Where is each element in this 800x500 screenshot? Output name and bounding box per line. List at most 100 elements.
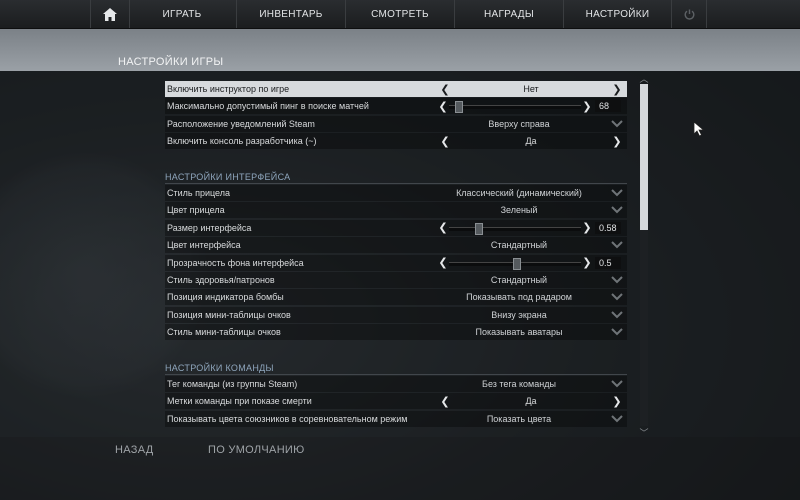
power-icon	[684, 9, 694, 20]
arrow-left-icon[interactable]: ❮	[437, 100, 449, 113]
slider-value: 68	[599, 101, 610, 112]
arrow-left-icon[interactable]: ❮	[439, 135, 451, 148]
setting-row[interactable]: Размер интерфейса ❮ ❯ 0.58	[165, 219, 627, 236]
top-nav-bar: ИГРАТЬ ИНВЕНТАРЬ СМОТРЕТЬ НАГРАДЫ НАСТРО…	[0, 0, 800, 29]
chevron-down-icon	[611, 120, 623, 128]
setting-control[interactable]: Внизу экрана	[435, 307, 625, 323]
chevron-down-icon	[611, 189, 623, 197]
setting-control[interactable]: Стандартный	[435, 237, 625, 253]
setting-control[interactable]: Показывать под радаром	[435, 289, 625, 305]
setting-control[interactable]: Вверху справа	[435, 116, 625, 132]
section-divider	[165, 374, 627, 375]
slider-track[interactable]	[449, 105, 581, 110]
arrow-right-icon[interactable]: ❯	[611, 135, 623, 148]
setting-label: Позиция индикатора бомбы	[167, 292, 284, 303]
dropdown-value: Без тега команды	[482, 379, 556, 389]
back-button[interactable]: НАЗАД	[115, 444, 153, 456]
setting-control[interactable]: ❮ Нет ❯	[435, 81, 625, 97]
arrow-left-icon[interactable]: ❮	[437, 221, 449, 234]
arrow-left-icon[interactable]: ❮	[439, 395, 451, 408]
page-title: НАСТРОЙКИ ИГРЫ	[118, 56, 224, 68]
setting-control[interactable]: Зеленый	[435, 202, 625, 218]
arrow-left-icon[interactable]: ❮	[437, 256, 449, 269]
tab-rewards[interactable]: НАГРАДЫ	[455, 0, 564, 28]
setting-row[interactable]: Цвет интерфейса Стандартный	[165, 237, 627, 254]
arrow-left-icon[interactable]: ❮	[439, 83, 451, 96]
section-divider	[165, 183, 627, 184]
slider-value: 0.5	[599, 257, 612, 268]
arrow-right-icon[interactable]: ❯	[581, 221, 593, 234]
scrollbar-thumb[interactable]	[640, 84, 648, 230]
setting-control[interactable]: ❮ Да ❯	[435, 133, 625, 149]
slider-knob[interactable]	[513, 257, 521, 270]
setting-row[interactable]: Позиция индикатора бомбы Показывать под р…	[165, 289, 627, 306]
power-button[interactable]	[672, 0, 707, 28]
chevron-down-icon	[611, 293, 623, 301]
setting-label: Стиль мини-таблицы очков	[167, 327, 281, 338]
chevron-down-icon	[611, 311, 623, 319]
setting-label: Тег команды (из группы Steam)	[167, 379, 298, 389]
setting-label: Максимально допустимый пинг в поиске мат…	[167, 101, 369, 112]
setting-control[interactable]: ❮ ❯ 0.58	[435, 220, 625, 236]
setting-control[interactable]: Без тега команды	[435, 376, 625, 392]
dropdown-value: Показывать аватары	[475, 327, 563, 338]
tab-watch[interactable]: СМОТРЕТЬ	[346, 0, 455, 28]
scroll-up-button[interactable]: ︿	[638, 72, 650, 84]
tab-play[interactable]: ИГРАТЬ	[128, 0, 237, 28]
dropdown-value: Внизу экрана	[491, 309, 547, 320]
setting-label: Прозрачность фона интерфейса	[167, 257, 304, 268]
setting-row[interactable]: Позиция мини-таблицы очков Внизу экрана	[165, 306, 627, 323]
setting-control[interactable]: Показать цвета	[435, 411, 625, 427]
setting-label: Метки команды при показе смерти	[167, 396, 312, 407]
mouse-cursor-icon	[693, 121, 705, 137]
arrow-right-icon[interactable]: ❯	[611, 83, 623, 96]
setting-row[interactable]: Максимально допустимый пинг в поиске мат…	[165, 98, 627, 115]
tab-inventory[interactable]: ИНВЕНТАРЬ	[237, 0, 346, 28]
setting-row[interactable]: Включить консоль разработчика (~) ❮ Да ❯	[165, 133, 627, 150]
home-button[interactable]	[90, 0, 130, 28]
game-settings-list: Включить инструктор по игре ❮ Нет ❯ Максимал…	[165, 81, 627, 151]
setting-label: Стиль прицела	[167, 188, 231, 198]
slider-knob[interactable]	[474, 222, 483, 235]
setting-row[interactable]: Стиль мини-таблицы очков Показывать авата…	[165, 324, 627, 341]
scroll-down-button[interactable]: ﹀	[638, 426, 650, 438]
setting-row[interactable]: Стиль прицела Классический (динамический)	[165, 185, 627, 201]
setting-control[interactable]: ❮ ❯ 68	[435, 98, 625, 114]
dropdown-value: Вверху справа	[488, 118, 550, 129]
setting-control[interactable]: ❮ Да ❯	[435, 393, 625, 409]
tab-settings[interactable]: НАСТРОЙКИ	[564, 0, 672, 28]
setting-row[interactable]: Включить инструктор по игре ❮ Нет ❯	[165, 81, 627, 97]
setting-label: Размер интерфейса	[167, 222, 252, 233]
chevron-down-icon	[611, 276, 623, 284]
slider-track[interactable]	[449, 226, 581, 231]
section-heading-interface: НАСТРОЙКИ ИНТЕРФЕЙСА	[165, 172, 291, 182]
setting-value: Да	[525, 396, 537, 407]
dropdown-value: Показать цвета	[486, 413, 552, 424]
interface-settings-list: Стиль прицела Классический (динамический)…	[165, 185, 627, 342]
setting-row[interactable]: Метки команды при показе смерти ❮ Да ❯	[165, 393, 627, 410]
setting-row[interactable]: Показывать цвета союзников в соревновате…	[165, 410, 627, 427]
arrow-right-icon[interactable]: ❯	[611, 395, 623, 408]
setting-row[interactable]: Цвет прицела Зеленый	[165, 202, 627, 219]
slider-knob[interactable]	[455, 101, 464, 114]
setting-control[interactable]: Стандартный	[435, 272, 625, 288]
chevron-down-icon	[611, 206, 623, 214]
dropdown-value: Зеленый	[500, 205, 538, 216]
dropdown-value: Классический (динамический)	[456, 188, 582, 198]
arrow-right-icon[interactable]: ❯	[581, 100, 593, 113]
setting-row[interactable]: Прозрачность фона интерфейса ❮ ❯ 0.5	[165, 254, 627, 271]
setting-row[interactable]: Стиль здоровья/патронов Стандартный	[165, 271, 627, 288]
setting-value: Да	[525, 136, 537, 147]
chevron-down-icon	[611, 415, 623, 423]
setting-value: Нет	[523, 84, 539, 94]
arrow-right-icon[interactable]: ❯	[581, 256, 593, 269]
restore-defaults-button[interactable]: ПО УМОЛЧАНИЮ	[208, 444, 305, 456]
dropdown-value: Стандартный	[490, 274, 548, 285]
setting-control[interactable]: Показывать аватары	[435, 324, 625, 340]
setting-control[interactable]: ❮ ❯ 0.5	[435, 255, 625, 271]
setting-label: Стиль здоровья/патронов	[167, 274, 275, 285]
setting-row[interactable]: Расположение уведомлений Steam Вверху спр…	[165, 115, 627, 132]
slider-value: 0.58	[599, 222, 617, 233]
setting-row[interactable]: Тег команды (из группы Steam) Без тега ко…	[165, 376, 627, 392]
setting-control[interactable]: Классический (динамический)	[435, 185, 625, 201]
